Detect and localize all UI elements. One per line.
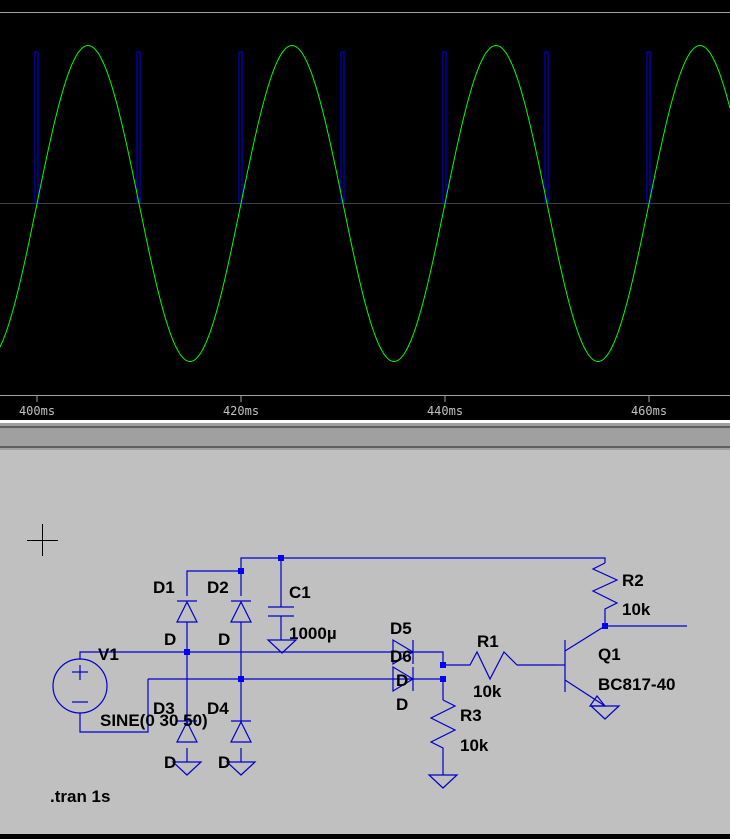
d1-label: D1 xyxy=(153,578,175,597)
d5-value: D xyxy=(396,671,408,690)
x-tick-label: 460ms xyxy=(631,404,667,418)
resistor-r3[interactable] xyxy=(429,699,457,755)
x-tick-label: 420ms xyxy=(223,404,259,418)
d2-value: D xyxy=(218,630,230,649)
schematic-canvas: V1 SINE(0 30 50) D1 D D2 D D3 D D4 D C1 … xyxy=(27,524,687,806)
d5-label: D5 xyxy=(390,619,412,638)
r2-value: 10k xyxy=(622,600,651,619)
d6-label: D6 xyxy=(390,647,412,666)
d1-value: D xyxy=(164,630,176,649)
q1-value: BC817-40 xyxy=(598,675,676,694)
c1-label: C1 xyxy=(289,583,311,602)
d3-label: D3 xyxy=(153,699,175,718)
c1-value: 1000µ xyxy=(289,624,337,643)
d3-value: D xyxy=(164,753,176,772)
pane-splitter[interactable] xyxy=(0,420,730,450)
r1-label: R1 xyxy=(477,632,499,651)
d4-value: D xyxy=(218,753,230,772)
pulse-mark xyxy=(442,51,447,204)
x-tick-label: 400ms xyxy=(19,404,55,418)
diode-d2[interactable] xyxy=(230,600,252,623)
d6-value: D xyxy=(396,695,408,714)
schematic-editor[interactable]: V1 SINE(0 30 50) D1 D D2 D D3 D D4 D C1 … xyxy=(0,450,730,834)
resistor-r2[interactable] xyxy=(591,562,619,615)
r1-value: 10k xyxy=(473,682,502,701)
r3-label: R3 xyxy=(460,706,482,725)
pulse-mark xyxy=(544,51,549,204)
pulse-mark xyxy=(238,51,243,204)
resistor-r1[interactable] xyxy=(463,650,518,681)
r3-value: 10k xyxy=(460,736,489,755)
pulse-trace xyxy=(34,51,651,204)
crosshair-cursor xyxy=(27,524,58,556)
pulse-mark xyxy=(340,51,345,204)
spice-directive[interactable]: .tran 1s xyxy=(50,787,110,806)
voltage-source-v1[interactable] xyxy=(52,658,108,714)
pulse-mark xyxy=(34,51,39,204)
capacitor-c1[interactable] xyxy=(268,606,294,617)
x-tick-label: 440ms xyxy=(427,404,463,418)
v1-label: V1 xyxy=(98,645,119,664)
d4-label: D4 xyxy=(207,699,229,718)
transistor-q1[interactable] xyxy=(557,625,607,707)
q1-label: Q1 xyxy=(598,645,621,664)
pulse-mark xyxy=(136,51,141,204)
diode-d4[interactable] xyxy=(230,720,252,743)
waveform-plot: 400ms 420ms 440ms 460ms xyxy=(0,12,730,418)
diode-d1[interactable] xyxy=(176,600,198,623)
waveform-viewer[interactable]: 400ms 420ms 440ms 460ms xyxy=(0,0,730,420)
d2-label: D2 xyxy=(207,578,229,597)
pulse-mark xyxy=(646,51,651,204)
r2-label: R2 xyxy=(622,571,644,590)
